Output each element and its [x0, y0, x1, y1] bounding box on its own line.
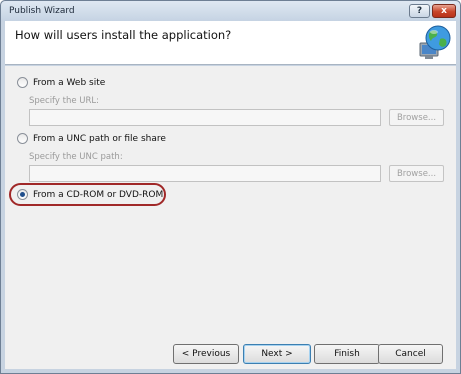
- close-icon: x: [441, 6, 447, 16]
- globe-computer-icon: [419, 25, 451, 59]
- unc-path-input[interactable]: [29, 165, 381, 182]
- page-title: How will users install the application?: [15, 28, 232, 42]
- title-bar[interactable]: Publish Wizard ? x: [1, 1, 460, 21]
- option-web-site[interactable]: From a Web site: [17, 77, 105, 88]
- finish-button[interactable]: Finish: [314, 344, 380, 364]
- radio-web-site[interactable]: [17, 77, 28, 88]
- cancel-button[interactable]: Cancel: [378, 344, 443, 364]
- option-web-site-label: From a Web site: [33, 77, 106, 88]
- browse-unc-button[interactable]: Browse...: [389, 165, 444, 182]
- option-unc-path-label: From a UNC path or file share: [33, 133, 166, 144]
- option-cd-rom-label: From a CD-ROM or DVD-ROM: [33, 189, 164, 200]
- option-unc-path[interactable]: From a UNC path or file share: [17, 133, 166, 144]
- url-label: Specify the URL:: [29, 96, 100, 106]
- close-button[interactable]: x: [432, 4, 456, 18]
- wizard-footer: < Previous Next > Finish Cancel: [5, 329, 456, 369]
- option-cd-rom[interactable]: From a CD-ROM or DVD-ROM: [17, 189, 163, 200]
- wizard-header: How will users install the application?: [5, 21, 456, 65]
- help-button[interactable]: ?: [409, 4, 430, 18]
- unc-path-label: Specify the UNC path:: [29, 152, 123, 162]
- wizard-content: From a Web site Specify the URL: Browse.…: [5, 66, 456, 329]
- help-icon: ?: [416, 6, 423, 16]
- previous-button[interactable]: < Previous: [173, 344, 239, 364]
- radio-unc-path[interactable]: [17, 133, 28, 144]
- next-button[interactable]: Next >: [243, 344, 311, 364]
- url-input[interactable]: [29, 109, 381, 126]
- publish-wizard-window: Publish Wizard ? x How will users instal…: [0, 0, 461, 374]
- browse-url-button[interactable]: Browse...: [389, 109, 444, 126]
- radio-cd-rom[interactable]: [17, 189, 28, 200]
- window-title: Publish Wizard: [9, 6, 75, 16]
